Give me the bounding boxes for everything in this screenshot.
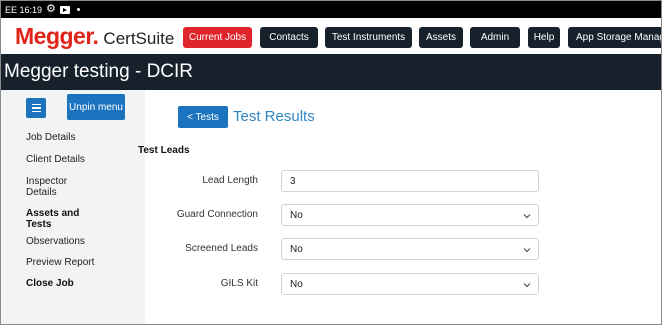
sidebar-item-observations[interactable]: Observations <box>26 236 85 247</box>
nav-admin-button[interactable]: Admin <box>470 27 520 48</box>
section-title: Test Results <box>233 108 315 125</box>
lead-length-input[interactable]: 3 <box>281 170 539 192</box>
status-time: EE 16:19 <box>5 4 43 15</box>
nav-contacts-button[interactable]: Contacts <box>260 27 318 48</box>
lead-length-value: 3 <box>290 175 296 187</box>
group-title: Test Leads <box>138 145 190 156</box>
gils-kit-label: GILS Kit <box>220 278 258 289</box>
media-icon <box>59 5 70 14</box>
unpin-menu-button[interactable]: Unpin menu <box>67 94 125 120</box>
screened-leads-label: Screened Leads <box>185 243 258 254</box>
top-nav: Megger. CertSuite Current Jobs Contacts … <box>1 18 661 54</box>
guard-connection-label: Guard Connection <box>176 209 258 220</box>
hamburger-icon[interactable] <box>26 98 46 118</box>
title-band: Megger testing - DCIR <box>1 54 661 90</box>
product-name: CertSuite <box>103 29 175 48</box>
sidebar-item-job-details[interactable]: Job Details <box>26 132 75 143</box>
sidebar-item-inspector-details[interactable]: Inspector Details <box>26 176 86 198</box>
lead-length-label: Lead Length <box>202 175 258 186</box>
gils-kit-value: No <box>290 278 303 290</box>
nav-test-instruments-button[interactable]: Test Instruments <box>325 27 412 48</box>
dot-icon <box>76 8 80 11</box>
app-window: EE 16:19 ⚙ Megger. CertSuite Current Job… <box>0 0 662 325</box>
page-title: Megger testing - DCIR <box>4 61 194 82</box>
guard-connection-value: No <box>290 209 303 221</box>
back-to-tests-button[interactable]: < Tests <box>178 106 228 128</box>
chevron-down-icon <box>523 214 531 219</box>
nav-current-jobs-button[interactable]: Current Jobs <box>183 27 252 48</box>
guard-connection-select[interactable]: No <box>281 204 539 226</box>
gear-icon: ⚙ <box>46 3 56 15</box>
nav-assets-button[interactable]: Assets <box>419 27 463 48</box>
brand-name: Megger. <box>15 23 99 49</box>
screened-leads-value: No <box>290 243 303 255</box>
sidebar-item-client-details[interactable]: Client Details <box>26 154 85 165</box>
chevron-down-icon <box>523 283 531 288</box>
screened-leads-select[interactable]: No <box>281 238 539 260</box>
chevron-down-icon <box>523 248 531 253</box>
app-logo[interactable]: Megger. CertSuite <box>15 23 174 50</box>
nav-help-button[interactable]: Help <box>528 27 560 48</box>
sidebar: Unpin menu Job Details Client Details In… <box>1 90 145 324</box>
status-bar: EE 16:19 ⚙ <box>1 1 661 18</box>
sidebar-item-close-job[interactable]: Close Job <box>26 278 74 289</box>
sidebar-item-assets-and-tests[interactable]: Assets and Tests <box>26 208 86 230</box>
main-content: < Tests Test Results Test Leads Lead Len… <box>138 90 661 324</box>
gils-kit-select[interactable]: No <box>281 273 539 295</box>
nav-app-storage-button[interactable]: App Storage Manag <box>568 27 661 48</box>
sidebar-item-preview-report[interactable]: Preview Report <box>26 257 94 268</box>
